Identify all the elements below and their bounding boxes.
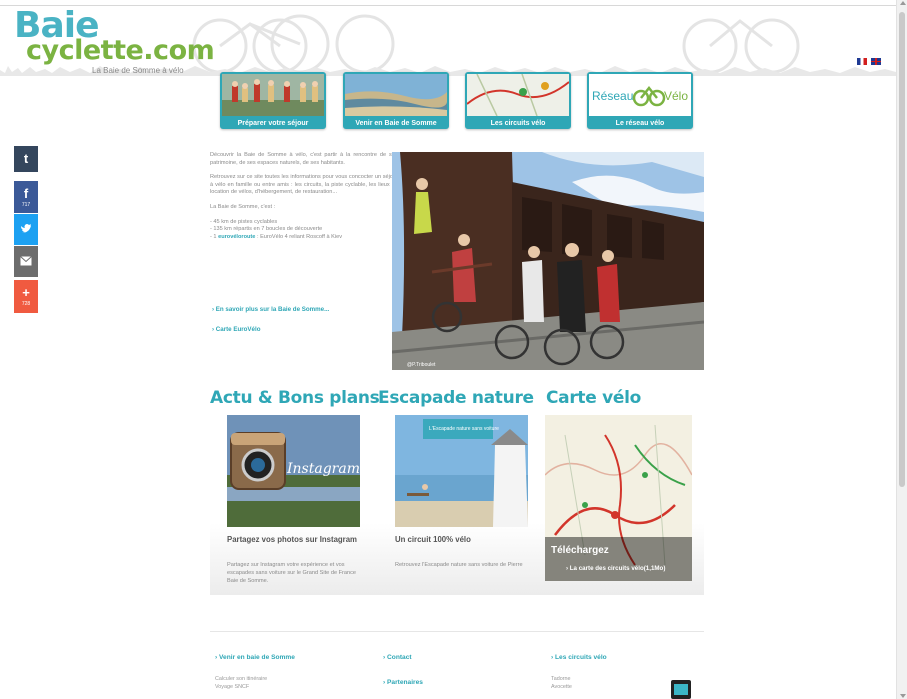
footer-partenaires-link[interactable]: › Partenaires (383, 679, 423, 686)
footer-venir-link[interactable]: › Venir en baie de Somme (215, 654, 295, 661)
footer-itineraire[interactable]: Calculer son itinéraire (215, 676, 267, 683)
nature-card-image[interactable]: L'Escapade nature sans voiture (395, 415, 528, 527)
scroll-up-icon[interactable] (900, 1, 906, 5)
carte-card-image[interactable]: Téléchargez (545, 415, 692, 581)
facebook-share-button[interactable]: f 717 (14, 181, 38, 213)
actu-bons-plans-title[interactable]: Actu & Bons plans (210, 388, 380, 408)
instagram-overlay-text: Instagram (286, 461, 360, 477)
en-savoir-plus-link[interactable]: › En savoir plus sur la Baie de Somme... (212, 306, 329, 313)
footer-divider (210, 631, 704, 632)
carte-eurovelo-link[interactable]: › Carte EuroVélo (212, 326, 260, 333)
scroll-down-icon[interactable] (900, 694, 906, 698)
people-photo (222, 74, 324, 116)
logo-cyclette[interactable]: cyclette.com (26, 36, 215, 66)
plus-count: 728 (21, 301, 31, 307)
intro-paragraph: La Baie de Somme, c'est : (210, 203, 276, 210)
list-suffix: : EuroVélo 4 reliant Roscoff à Kiev (255, 233, 343, 240)
twitter-share-button[interactable] (14, 214, 38, 245)
plus-share-button[interactable]: + 728 (14, 280, 38, 313)
mail-icon (20, 256, 32, 266)
instagram-card-text: Partagez sur Instagram votre expérience … (227, 562, 357, 584)
intro-text: Découvrir la Baie de Somme à vélo, c'est… (210, 152, 398, 241)
nature-card-text: Retrouvez l'Escapade nature sans voiture… (395, 562, 523, 568)
tumblr-share-button[interactable]: t (14, 146, 38, 172)
tumblr-icon: t (23, 151, 29, 166)
nature-sign-text: L'Escapade nature sans voiture (429, 426, 499, 432)
download-map-link[interactable]: › La carte des circuits vélo(1,1Mo) (566, 565, 665, 572)
nav-label: Le réseau vélo (615, 120, 665, 127)
nav-label: Venir en Baie de Somme (355, 120, 437, 127)
facebook-icon: f (23, 186, 29, 201)
coast-photo (345, 74, 447, 116)
plus-icon: + (22, 285, 30, 300)
facebook-count: 717 (21, 202, 31, 208)
map-photo (467, 74, 569, 116)
photo-credit: @P.Triboulet (407, 362, 436, 368)
reseau-velo-logo: Réseau Vélo (589, 74, 691, 116)
instagram-photo: Instagram (227, 415, 360, 527)
nature-card-title[interactable]: Un circuit 100% vélo (395, 535, 471, 544)
instagram-card-image[interactable]: Instagram (227, 415, 360, 527)
intro-paragraph: Découvrir la Baie de Somme à vélo, c'est… (210, 152, 398, 166)
mobile-app-icon[interactable] (671, 680, 691, 699)
intro-list-item: - 1 eurovéloroute : EuroVélo 4 reliant R… (210, 234, 398, 242)
site-header: Baie cyclette.com La Baie de Somme à vél… (0, 6, 896, 76)
velo-text: Vélo (664, 89, 688, 103)
intro-list-item: - 135 km répartis en 7 boucles de découv… (210, 226, 323, 233)
intro-list-item: - 45 km de pistes cyclables (210, 218, 278, 225)
scroll-thumb[interactable] (899, 12, 905, 487)
list-prefix: - 1 (210, 233, 219, 240)
intro-paragraph: Retrouvez sur ce site toutes les informa… (210, 174, 398, 196)
nav-label: Les circuits vélo (490, 120, 546, 127)
fr-flag-icon[interactable] (857, 58, 867, 65)
uk-flag-icon[interactable] (871, 58, 881, 65)
nav-preparer-sejour[interactable]: Préparer votre séjour (220, 72, 326, 129)
twitter-icon (21, 224, 31, 233)
logo-tagline: La Baie de Somme à vélo (92, 66, 184, 75)
telechargez-text: Téléchargez (551, 545, 609, 556)
nav-reseau-velo[interactable]: Réseau Vélo Le réseau vélo (587, 72, 693, 129)
escapade-nature-title[interactable]: Escapade nature (378, 388, 534, 408)
nav-label: Préparer votre séjour (237, 120, 309, 127)
footer-contact-link[interactable]: › Contact (383, 654, 412, 661)
footer-avocette[interactable]: Avocette (551, 684, 572, 691)
instagram-card-title[interactable]: Partagez vos photos sur Instagram (227, 535, 357, 544)
footer-tadorne[interactable]: Tadorne (551, 676, 570, 683)
reseau-text: Réseau (592, 89, 633, 103)
mail-share-button[interactable] (14, 246, 38, 277)
nav-circuits-velo[interactable]: Les circuits vélo (465, 72, 571, 129)
footer-circuits-link[interactable]: › Les circuits vélo (551, 654, 607, 661)
hero-train-photo (392, 152, 704, 370)
nav-venir-baie[interactable]: Venir en Baie de Somme (343, 72, 449, 129)
beach-hut-photo: L'Escapade nature sans voiture (395, 415, 528, 527)
page-scrollbar[interactable] (896, 0, 907, 699)
bike-map-image: Téléchargez (545, 415, 692, 581)
eurovelo-link[interactable]: eurovéloroute (218, 234, 255, 240)
carte-velo-title[interactable]: Carte vélo (546, 388, 641, 408)
footer-sncf[interactable]: Voyage SNCF (215, 684, 249, 691)
